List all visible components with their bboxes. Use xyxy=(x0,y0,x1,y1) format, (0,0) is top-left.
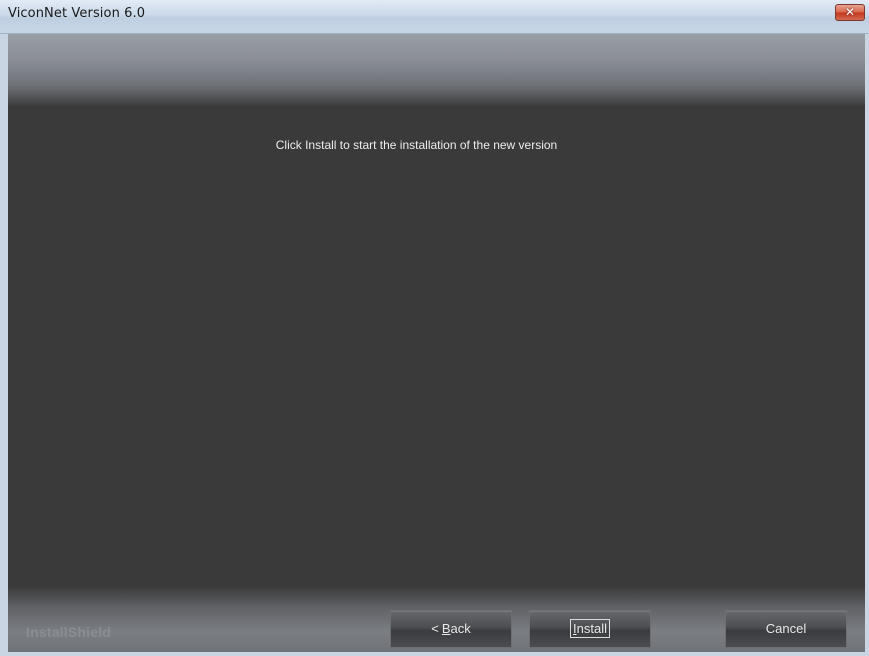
window-title: ViconNet Version 6.0 xyxy=(8,6,146,21)
close-icon: ✕ xyxy=(844,5,856,19)
instruction-text: Click Install to start the installation … xyxy=(275,138,558,152)
back-arrow-icon: < xyxy=(431,621,439,636)
install-button[interactable]: Install xyxy=(529,610,651,648)
back-label: ack xyxy=(450,621,471,636)
close-button[interactable]: ✕ xyxy=(835,4,865,21)
title-bar[interactable]: ViconNet Version 6.0 ✕ xyxy=(0,0,869,34)
install-label: nstall xyxy=(576,621,607,636)
cancel-label: Cancel xyxy=(765,621,807,636)
main-panel: Click Install to start the installation … xyxy=(8,106,865,586)
install-focus-rect: Install xyxy=(570,619,610,638)
installshield-logo: InstallShield xyxy=(26,624,112,640)
header-band xyxy=(8,34,865,106)
client-area: Click Install to start the installation … xyxy=(8,34,865,652)
cancel-button[interactable]: Cancel xyxy=(725,610,847,648)
back-button[interactable]: < Back xyxy=(390,610,512,648)
footer-band: InstallShield < Back Install Cancel xyxy=(8,586,865,652)
installer-window: ViconNet Version 6.0 ✕ Click Install to … xyxy=(0,0,869,656)
back-mnemonic: B xyxy=(441,621,451,636)
